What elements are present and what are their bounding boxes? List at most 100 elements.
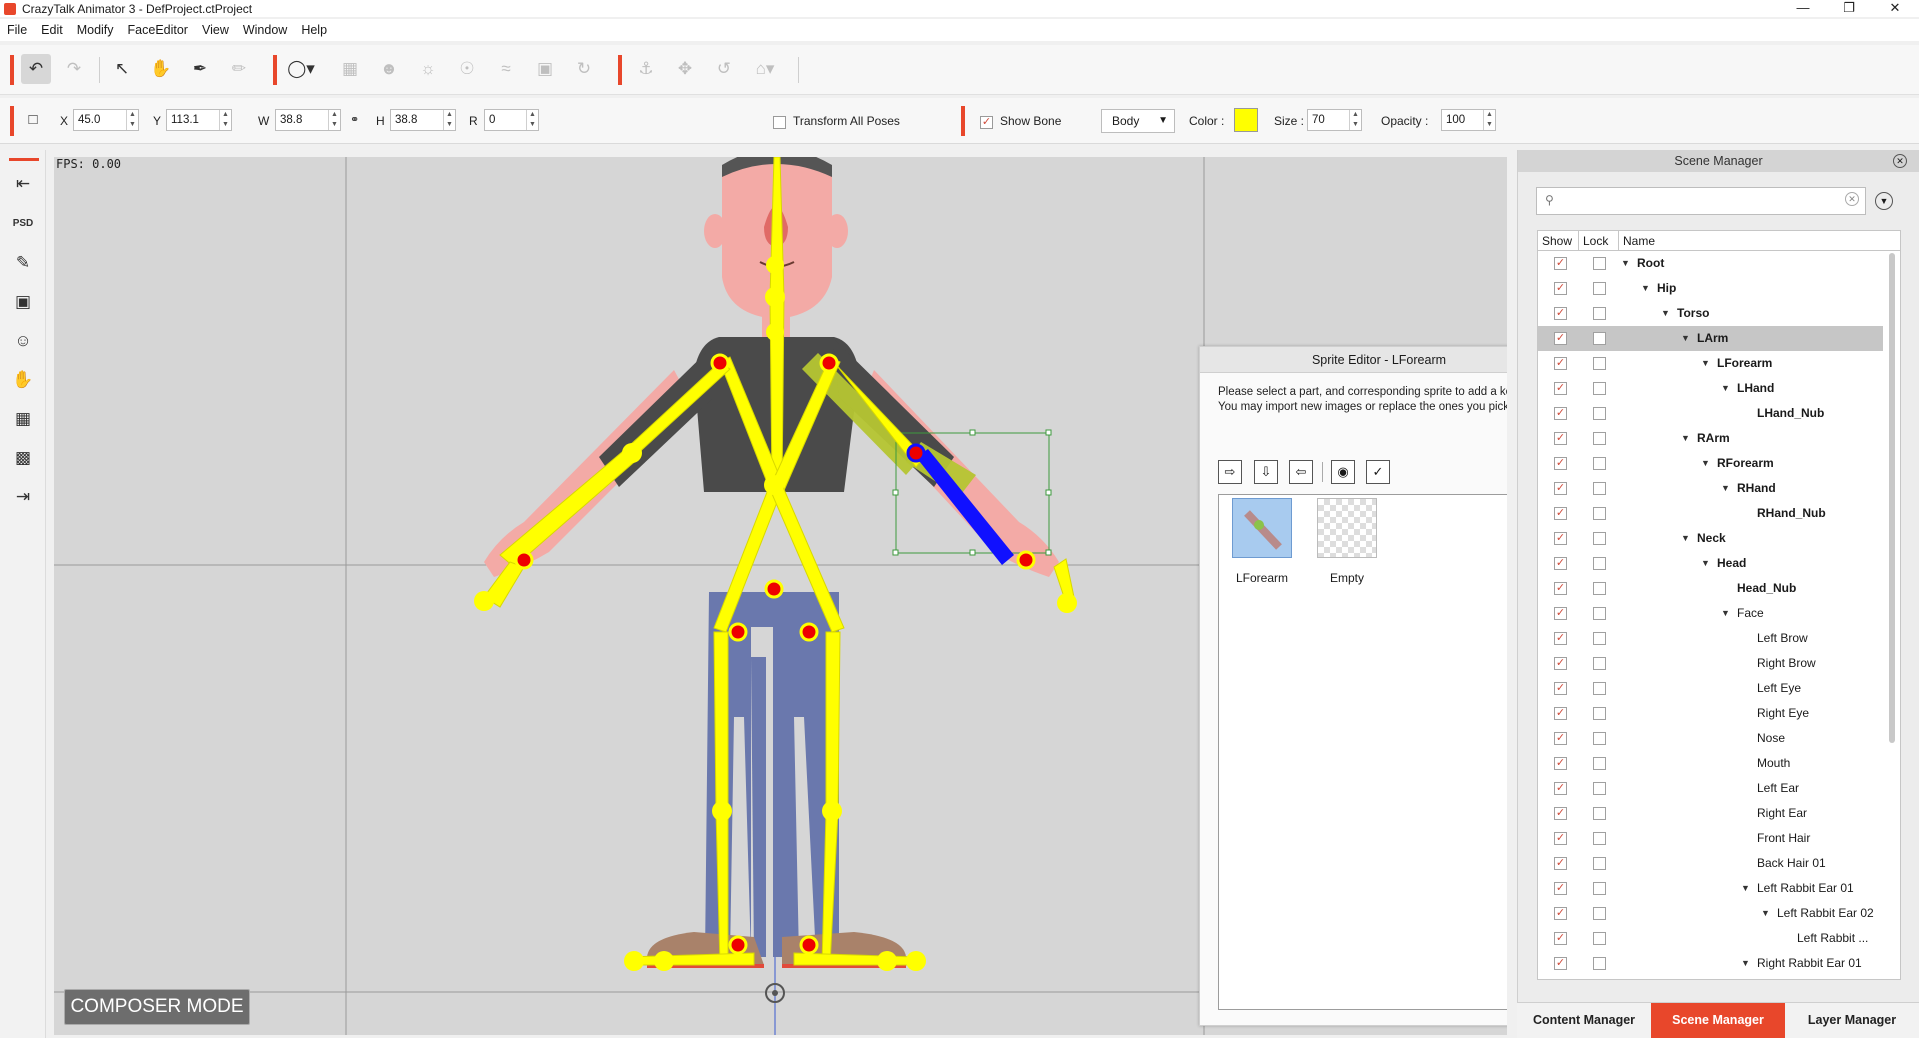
show-checkbox[interactable]: ✓: [1554, 782, 1567, 795]
transform-all-poses-checkbox[interactable]: [773, 116, 786, 129]
show-checkbox[interactable]: ✓: [1554, 832, 1567, 845]
check-icon[interactable]: ✓: [1366, 460, 1390, 484]
tree-row[interactable]: ✓ Left Ear: [1538, 776, 1883, 801]
show-checkbox[interactable]: ✓: [1554, 557, 1567, 570]
expand-arrow-icon[interactable]: ▼: [1701, 451, 1710, 476]
show-checkbox[interactable]: ✓: [1554, 507, 1567, 520]
mesh-icon[interactable]: ▦: [335, 54, 365, 84]
show-checkbox[interactable]: ✓: [1554, 607, 1567, 620]
lock-checkbox[interactable]: [1593, 782, 1606, 795]
move-icon[interactable]: ✥: [670, 54, 700, 84]
bone-edit-icon[interactable]: ✒: [185, 54, 215, 84]
expand-arrow-icon[interactable]: ▼: [1741, 951, 1750, 976]
psd-icon[interactable]: PSD: [11, 212, 35, 236]
tree-row[interactable]: ✓ LHand_Nub: [1538, 401, 1883, 426]
lock-checkbox[interactable]: [1593, 707, 1606, 720]
show-checkbox[interactable]: ✓: [1554, 482, 1567, 495]
lock-checkbox[interactable]: [1593, 357, 1606, 370]
lock-checkbox[interactable]: [1593, 332, 1606, 345]
pin-icon[interactable]: ⚓: [631, 54, 661, 84]
lock-checkbox[interactable]: [1593, 507, 1606, 520]
undo-icon[interactable]: ↶: [21, 54, 51, 84]
show-checkbox[interactable]: ✓: [1554, 257, 1567, 270]
eye-icon[interactable]: ☉: [452, 54, 482, 84]
add-sprite-icon[interactable]: ⇨: [1218, 460, 1242, 484]
tree-row[interactable]: ✓ RHand_Nub: [1538, 501, 1883, 526]
close-icon[interactable]: ✕: [1893, 154, 1907, 168]
tree-row[interactable]: ✓ ▼ Left Rabbit Ear 01: [1538, 876, 1883, 901]
tree-row[interactable]: ✓ ▼ LHand: [1538, 376, 1883, 401]
tree-row[interactable]: ✓ Left Rabbit ...: [1538, 926, 1883, 951]
tree-row[interactable]: ✓ Right Eye: [1538, 701, 1883, 726]
template-icon[interactable]: ▩: [11, 446, 35, 470]
tab-scene-manager[interactable]: Scene Manager: [1651, 1003, 1785, 1038]
eraser-icon[interactable]: ✏: [224, 54, 254, 84]
show-checkbox[interactable]: ✓: [1554, 407, 1567, 420]
tree-row[interactable]: ✓ ▼ Torso: [1538, 301, 1883, 326]
refresh-face-icon[interactable]: ↻: [569, 54, 599, 84]
r-field[interactable]: 0 ▲ ▼: [484, 109, 539, 131]
tree-row[interactable]: ✓ Head_Nub: [1538, 576, 1883, 601]
lock-checkbox[interactable]: [1593, 532, 1606, 545]
show-checkbox[interactable]: ✓: [1554, 657, 1567, 670]
tab-layer-manager[interactable]: Layer Manager: [1785, 1003, 1919, 1038]
tree-row[interactable]: ✓ ▼ Right Rabbit Ear 01: [1538, 951, 1883, 976]
lock-checkbox[interactable]: [1593, 682, 1606, 695]
clear-search-icon[interactable]: ✕: [1845, 192, 1859, 206]
redo-icon[interactable]: ↷: [59, 54, 89, 84]
size-field[interactable]: 70 ▲ ▼: [1307, 109, 1362, 131]
sprite-thumb-empty[interactable]: [1317, 498, 1377, 558]
show-column-header[interactable]: Show: [1542, 231, 1572, 251]
tree-row[interactable]: ✓ Right Brow: [1538, 651, 1883, 676]
restore-icon[interactable]: ❐: [1826, 0, 1872, 17]
menu-file[interactable]: File: [0, 23, 34, 37]
sprite-editor-icon[interactable]: ▣: [11, 290, 35, 314]
lock-checkbox[interactable]: [1593, 907, 1606, 920]
show-checkbox[interactable]: ✓: [1554, 582, 1567, 595]
expand-arrow-icon[interactable]: ▼: [1701, 551, 1710, 576]
tree-row[interactable]: ✓ ▼ RArm: [1538, 426, 1883, 451]
tab-content-manager[interactable]: Content Manager: [1517, 1003, 1651, 1038]
tree-row[interactable]: ✓ ▼ LArm: [1538, 326, 1883, 351]
tree-row[interactable]: ✓ ▼ Root: [1538, 251, 1883, 276]
lock-checkbox[interactable]: [1593, 757, 1606, 770]
lock-checkbox[interactable]: [1593, 457, 1606, 470]
w-field[interactable]: 38.8 ▲ ▼: [275, 109, 341, 131]
menu-modify[interactable]: Modify: [70, 23, 121, 37]
show-checkbox[interactable]: ✓: [1554, 357, 1567, 370]
tree-row[interactable]: ✓ ▼ Face: [1538, 601, 1883, 626]
expand-arrow-icon[interactable]: ▼: [1621, 251, 1630, 276]
tree-row[interactable]: ✓ ▼ Head: [1538, 551, 1883, 576]
expand-arrow-icon[interactable]: ▼: [1741, 876, 1750, 901]
opacity-field[interactable]: 100 ▲ ▼: [1441, 109, 1496, 131]
minimize-icon[interactable]: —: [1780, 0, 1826, 17]
show-checkbox[interactable]: ✓: [1554, 382, 1567, 395]
lock-checkbox[interactable]: [1593, 807, 1606, 820]
show-checkbox[interactable]: ✓: [1554, 707, 1567, 720]
lock-checkbox[interactable]: [1593, 932, 1606, 945]
lock-checkbox[interactable]: [1593, 607, 1606, 620]
hand-icon[interactable]: ✋: [11, 368, 35, 392]
menu-window[interactable]: Window: [236, 23, 294, 37]
tree-row[interactable]: ✓ Left Brow: [1538, 626, 1883, 651]
show-checkbox[interactable]: ✓: [1554, 757, 1567, 770]
tree-row[interactable]: ✓ ▼ RForearm: [1538, 451, 1883, 476]
replace-sprite-icon[interactable]: ⇦: [1289, 460, 1313, 484]
canvas-viewport[interactable]: FPS: 0.00 COMPOSER MODE Sprite Editor - …: [54, 157, 1507, 1035]
show-checkbox[interactable]: ✓: [1554, 882, 1567, 895]
tree-row[interactable]: ✓ Front Hair: [1538, 826, 1883, 851]
x-field[interactable]: 45.0 ▲ ▼: [73, 109, 139, 131]
lock-checkbox[interactable]: [1593, 957, 1606, 970]
expand-arrow-icon[interactable]: ▼: [1761, 901, 1770, 926]
expand-arrow-icon[interactable]: ▼: [1681, 326, 1690, 351]
lock-checkbox[interactable]: [1593, 832, 1606, 845]
import-icon[interactable]: ⇤: [11, 172, 35, 196]
show-checkbox[interactable]: ✓: [1554, 307, 1567, 320]
lock-checkbox[interactable]: [1593, 282, 1606, 295]
grid-icon[interactable]: ▦: [11, 407, 35, 431]
tree-row[interactable]: ✓ Back Hair 01: [1538, 851, 1883, 876]
link-icon[interactable]: ⚭: [350, 113, 359, 126]
lock-checkbox[interactable]: [1593, 432, 1606, 445]
lock-checkbox[interactable]: [1593, 382, 1606, 395]
lock-checkbox[interactable]: [1593, 407, 1606, 420]
